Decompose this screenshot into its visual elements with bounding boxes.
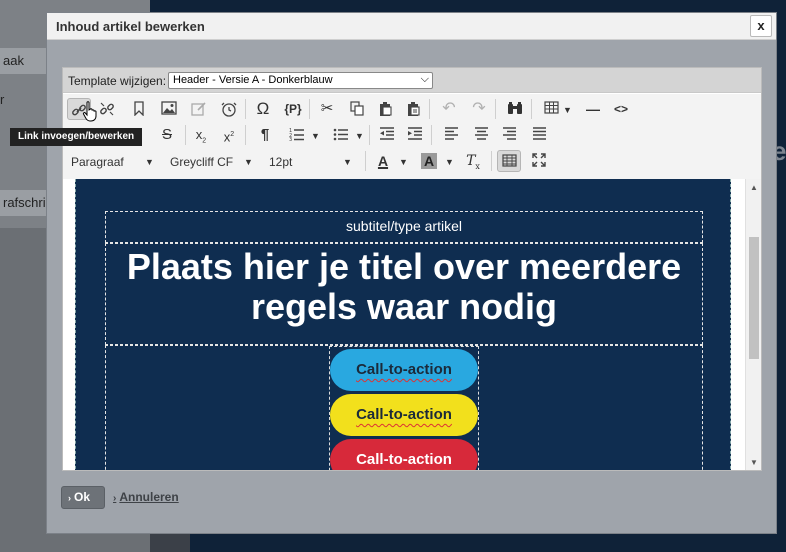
- bullet-list-icon[interactable]: [329, 124, 353, 146]
- editor-content-area[interactable]: subtitel/type artikel Plaats hier je tit…: [63, 179, 745, 470]
- scroll-up-arrow-icon[interactable]: ▲: [750, 183, 758, 192]
- toolbar-separator: [309, 99, 310, 119]
- chevron-down-icon[interactable]: ▼: [355, 131, 364, 141]
- editor-scrollbar[interactable]: ▲ ▼: [745, 179, 761, 470]
- copy-icon[interactable]: [345, 98, 369, 120]
- align-justify-icon[interactable]: [527, 124, 551, 146]
- template-label: Template wijzigen:: [68, 74, 167, 88]
- paste-text-icon[interactable]: [401, 98, 425, 120]
- dialog-title: Inhoud artikel bewerken: [56, 19, 205, 34]
- subtitle-text: subtitel/type artikel: [346, 218, 462, 234]
- rich-text-editor: Template wijzigen: Header - Versie A - D…: [62, 67, 762, 471]
- cta-button-blue[interactable]: Call-to-action: [330, 349, 478, 391]
- scroll-down-arrow-icon[interactable]: ▼: [750, 458, 758, 467]
- font-select[interactable]: Greycliff CF: [170, 155, 233, 169]
- chevron-down-icon[interactable]: ▼: [343, 157, 352, 167]
- toolbar-separator: [185, 125, 186, 145]
- unlink-button[interactable]: [95, 98, 119, 120]
- font-select-value: Greycliff CF: [170, 155, 234, 169]
- cancel-link[interactable]: › Annuleren: [113, 490, 179, 504]
- maximize-icon[interactable]: [527, 150, 551, 172]
- paste-icon[interactable]: [373, 98, 397, 120]
- cut-icon[interactable]: ✂: [315, 98, 339, 120]
- scrollbar-thumb[interactable]: [749, 237, 759, 359]
- subtitle-block: subtitel/type artikel: [105, 211, 703, 243]
- cta-button-red[interactable]: Call-to-action: [330, 439, 478, 470]
- toolbar-separator: [365, 151, 366, 171]
- clock-icon[interactable]: [217, 98, 241, 120]
- format-select-value: Paragraaf: [71, 155, 124, 169]
- edit-article-dialog: Inhoud artikel bewerken x Template wijzi…: [46, 12, 777, 534]
- superscript-icon[interactable]: x2: [217, 124, 241, 146]
- template-select[interactable]: Header - Versie A - Donkerblauw ⌵: [168, 72, 433, 89]
- title-block: Plaats hier je titel over meerdere regel…: [105, 243, 703, 345]
- undo-icon[interactable]: ↶: [437, 98, 461, 120]
- format-select[interactable]: Paragraaf: [71, 155, 124, 169]
- strikethrough-icon[interactable]: S: [155, 124, 179, 146]
- toolbar-separator: [531, 99, 532, 119]
- special-character-icon[interactable]: Ω: [251, 98, 275, 120]
- toolbar-separator: [491, 151, 492, 171]
- toolbar-separator: [429, 99, 430, 119]
- template-bar: Template wijzigen: Header - Versie A - D…: [63, 68, 761, 93]
- ok-button[interactable]: › Ok: [61, 486, 105, 509]
- chevron-down-icon[interactable]: ▼: [244, 157, 253, 167]
- cta-block: Call-to-action Call-to-action Call-to-ac…: [105, 345, 703, 470]
- close-button[interactable]: x: [750, 15, 772, 37]
- font-size-select-value: 12pt: [269, 155, 293, 169]
- find-replace-icon[interactable]: [503, 98, 527, 120]
- font-size-select[interactable]: 12pt: [269, 155, 292, 169]
- edit-image-icon[interactable]: [187, 98, 211, 120]
- header-block: subtitel/type artikel Plaats hier je tit…: [75, 179, 731, 470]
- paragraph-mark-icon[interactable]: ¶: [253, 124, 277, 146]
- svg-text:3: 3: [289, 137, 292, 141]
- horizontal-line-icon[interactable]: —: [581, 98, 605, 120]
- chevron-down-icon: ⌵: [420, 73, 429, 85]
- toolbar-tooltip: Link invoegen/bewerken: [10, 128, 142, 146]
- chevron-down-icon[interactable]: ▼: [399, 157, 408, 167]
- chevron-down-icon[interactable]: ▼: [563, 105, 572, 115]
- hero-title: Plaats hier je titel over meerdere regel…: [126, 246, 682, 327]
- align-center-icon[interactable]: [469, 124, 493, 146]
- clear-formatting-icon[interactable]: Tx: [461, 150, 485, 172]
- image-icon[interactable]: [157, 98, 181, 120]
- toolbar-separator: [245, 125, 246, 145]
- subscript-icon[interactable]: x2: [189, 124, 213, 146]
- template-select-value: Header - Versie A - Donkerblauw: [173, 74, 333, 86]
- toolbar-separator: [495, 99, 496, 119]
- dialog-header: Inhoud artikel bewerken x: [47, 13, 776, 40]
- indent-icon[interactable]: [403, 124, 427, 146]
- outdent-icon[interactable]: [375, 124, 399, 146]
- bookmark-icon[interactable]: [127, 98, 151, 120]
- align-left-icon[interactable]: [439, 124, 463, 146]
- text-color-icon[interactable]: A: [371, 150, 395, 172]
- chevron-down-icon[interactable]: ▼: [445, 157, 454, 167]
- source-code-icon[interactable]: <>: [609, 98, 633, 120]
- chevron-right-icon: ›: [113, 493, 117, 504]
- chevron-down-icon[interactable]: ▼: [145, 157, 154, 167]
- background-menu-item: r: [0, 92, 5, 107]
- redo-icon[interactable]: ↷: [467, 98, 491, 120]
- chevron-right-icon: ›: [68, 493, 71, 503]
- table-icon[interactable]: [539, 98, 563, 120]
- toolbar-separator: [369, 125, 370, 145]
- cta-button-yellow[interactable]: Call-to-action: [330, 394, 478, 436]
- align-right-icon[interactable]: [497, 124, 521, 146]
- background-color-icon[interactable]: A: [417, 150, 441, 172]
- hand-cursor-icon: [82, 101, 98, 128]
- show-blocks-icon[interactable]: [497, 150, 521, 172]
- chevron-down-icon[interactable]: ▼: [311, 131, 320, 141]
- editor-toolbar: Ω {P} ✂ ↶ ↷ ▼ — <> S x2 x2 ¶ 1 2 3 ▼ ▼ P…: [63, 94, 761, 179]
- numbered-list-icon[interactable]: 123: [285, 124, 309, 146]
- toolbar-separator: [431, 125, 432, 145]
- toolbar-separator: [245, 99, 246, 119]
- placeholder-icon[interactable]: {P}: [281, 98, 305, 120]
